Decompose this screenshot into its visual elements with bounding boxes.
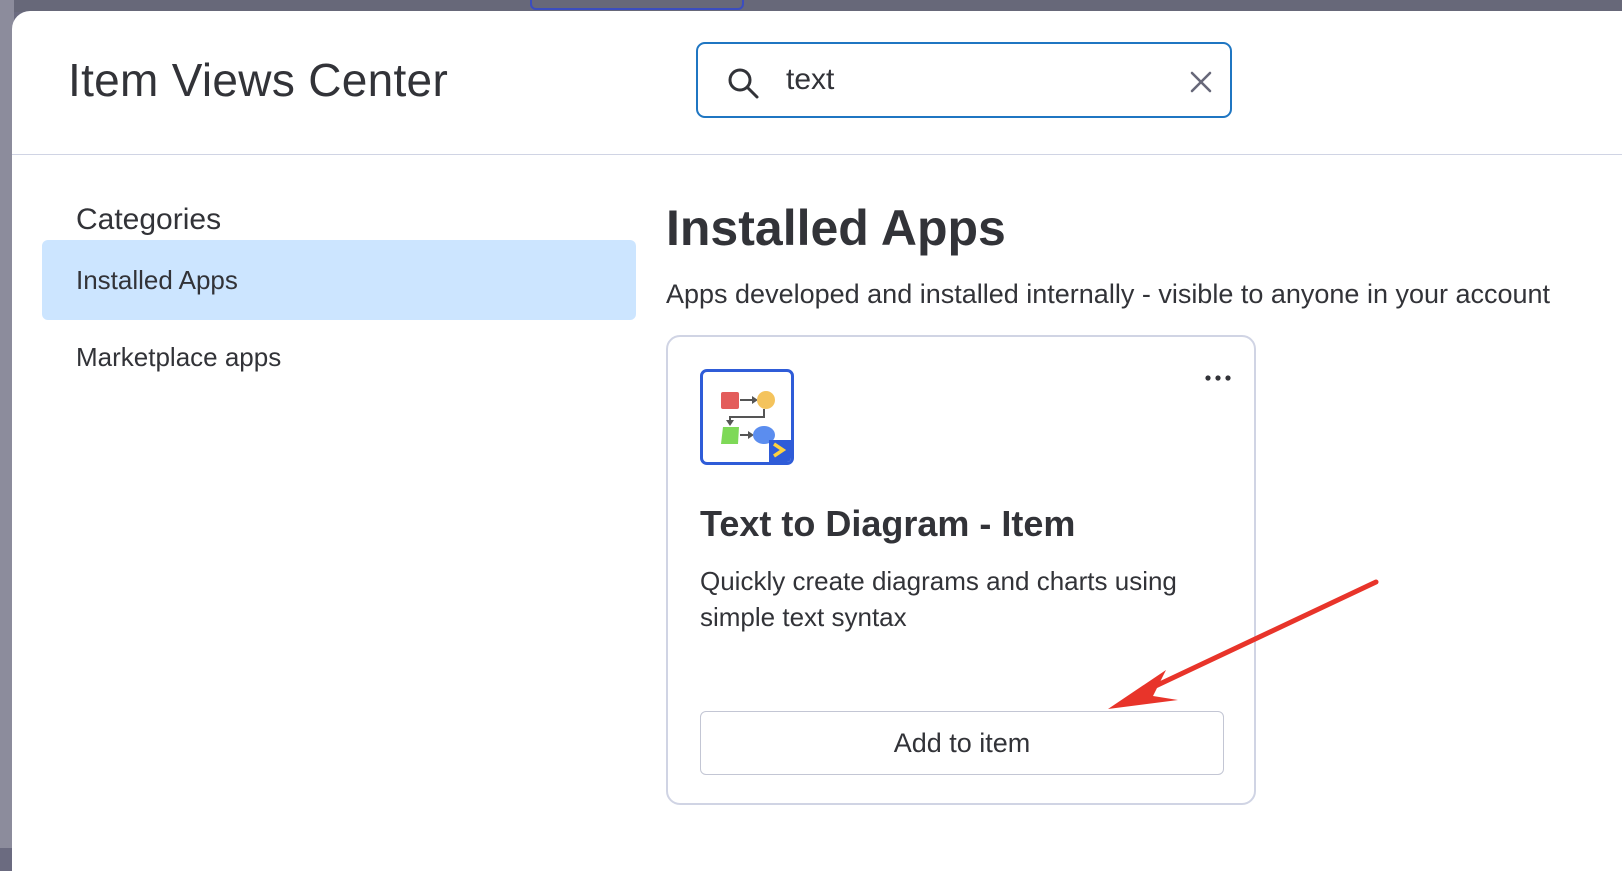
search-input[interactable]: [786, 58, 1146, 102]
section-description: Apps developed and installed internally …: [666, 279, 1551, 309]
app-name: Text to Diagram - Item: [700, 503, 1076, 544]
item-views-modal: Item Views Center Categories Installed A…: [12, 11, 1622, 871]
backdrop-tab: [530, 0, 744, 10]
sidebar-item-installed-apps[interactable]: Installed Apps: [42, 240, 636, 320]
modal-title: Item Views Center: [68, 54, 449, 106]
section-title: Installed Apps: [666, 200, 1006, 256]
categories-heading: Categories: [76, 203, 222, 236]
search-box[interactable]: [696, 42, 1232, 118]
close-icon[interactable]: [1186, 67, 1216, 97]
sidebar-item-label: Installed Apps: [76, 265, 238, 295]
sidebar-item-marketplace-apps[interactable]: Marketplace apps: [42, 317, 636, 397]
text-to-diagram-logo-icon: [700, 369, 794, 465]
more-options-icon[interactable]: [1204, 371, 1232, 385]
search-icon: [728, 68, 759, 99]
app-description: Quickly create diagrams and charts using…: [700, 566, 1177, 632]
add-to-item-button[interactable]: Add to item: [700, 711, 1224, 775]
modal-header: Item Views Center: [12, 11, 1622, 155]
sidebar-item-label: Marketplace apps: [76, 342, 282, 372]
app-card: Text to Diagram - Item Quickly create di…: [666, 335, 1256, 805]
